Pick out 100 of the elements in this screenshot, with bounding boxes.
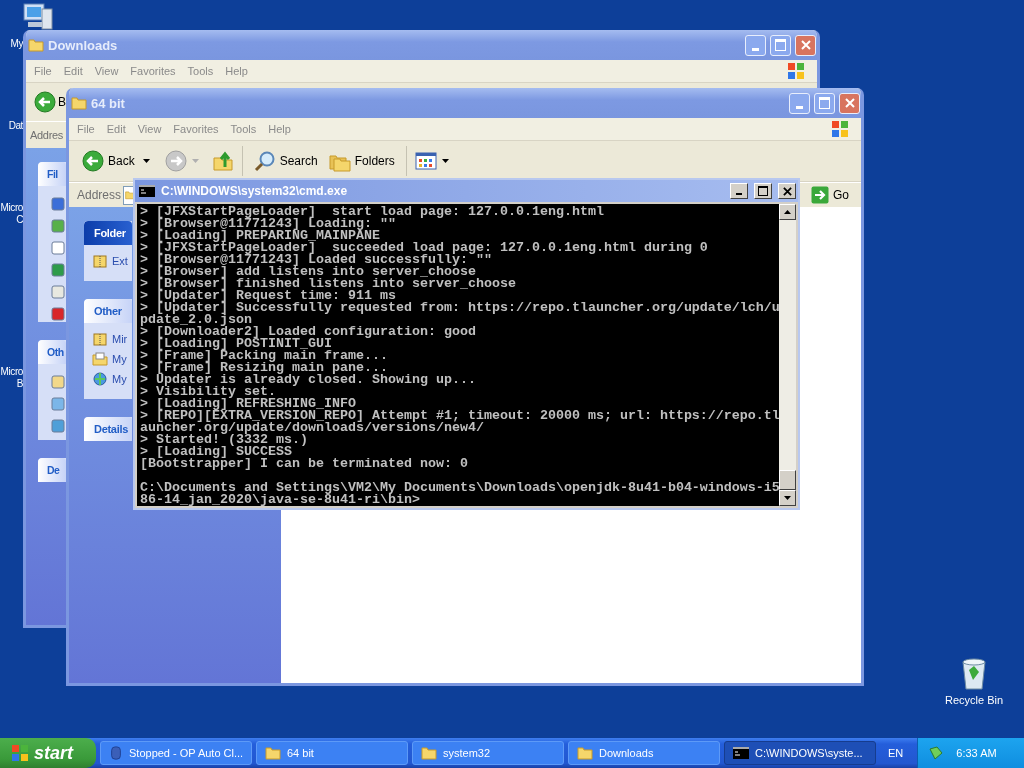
console-line: > Started! (3332 ms.)	[140, 434, 308, 446]
menu-item[interactable]: Favorites	[124, 65, 182, 77]
language-indicator[interactable]: EN	[880, 747, 914, 759]
task-link[interactable]: My	[112, 353, 127, 365]
desktop-icon-label[interactable]: Micro	[0, 202, 23, 214]
panel-title[interactable]: Folder	[84, 221, 132, 245]
close-icon	[782, 186, 792, 196]
task-icon[interactable]	[50, 262, 66, 278]
caret-icon[interactable]	[441, 159, 449, 163]
console-line: > [Loading] POSTINIT_GUI	[140, 338, 332, 350]
console-line: > [Updater] Request time: 911 ms	[140, 290, 396, 302]
task-link[interactable]: Ext	[112, 255, 128, 267]
task-link[interactable]: My	[112, 373, 127, 385]
taskbar-button[interactable]: 64 bit	[256, 741, 408, 765]
network-icon[interactable]	[92, 371, 108, 387]
task-icon[interactable]	[50, 240, 66, 256]
taskbar-button[interactable]: Stopped - OP Auto Cl...	[100, 741, 252, 765]
up-arrow-icon	[784, 210, 791, 214]
folder-up-icon[interactable]	[211, 150, 234, 172]
taskbar-button[interactable]: system32	[412, 741, 564, 765]
task-icon[interactable]	[50, 418, 66, 434]
console-line: [Bootstrapper] I can be terminated now: 0	[140, 458, 469, 470]
menu-item[interactable]: Help	[262, 123, 297, 135]
panel-title[interactable]: Details	[84, 417, 132, 441]
menu-item[interactable]: Tools	[224, 123, 263, 135]
desktop-icon-label[interactable]: Dat	[8, 120, 23, 132]
address-label: Addres	[30, 129, 64, 141]
search-button[interactable]: Search	[250, 150, 321, 172]
folder-icon[interactable]	[92, 351, 108, 367]
menu-item[interactable]: Edit	[57, 65, 89, 77]
console-line: > Updater is already closed. Showing up...	[140, 374, 477, 386]
menu-item[interactable]: File	[71, 123, 101, 135]
panel-title[interactable]: Other	[84, 299, 132, 323]
task-icon[interactable]	[50, 284, 66, 300]
console-line: > [REPO][EXTRA_VERSION_REPO] Attempt #1; timeout: 20000 ms; url: https://repo.tl	[140, 410, 779, 422]
desktop-icon-label[interactable]: Recycle Bin	[945, 694, 1004, 706]
console-line: > [JFXStartPageLoader] start load page: 127.0.0.1eng.html	[140, 206, 605, 218]
recycle-bin-icon[interactable]	[959, 656, 989, 690]
computer-icon[interactable]	[22, 3, 54, 31]
folder-icon	[421, 746, 437, 760]
clock: 6:33 AM	[956, 747, 997, 759]
views-icon[interactable]	[414, 150, 437, 172]
console-line: > [Downloader2] Loaded configuration: good	[140, 326, 477, 338]
console-line: > Visibility set.	[140, 386, 276, 398]
menu-item[interactable]: File	[28, 65, 58, 77]
desktop-icon-label[interactable]: B	[16, 378, 23, 390]
folder-icon	[71, 96, 87, 110]
console-line: > [Frame] Resizing main pane...	[140, 362, 388, 374]
task-icon[interactable]	[50, 374, 66, 390]
caret-icon[interactable]	[142, 159, 150, 163]
task-icon[interactable]	[50, 396, 66, 412]
back-button[interactable]: Back	[79, 150, 138, 172]
panel-title[interactable]: Fil	[38, 162, 66, 186]
maximize-icon	[819, 97, 830, 109]
zip-folder-icon[interactable]	[92, 253, 108, 269]
task-icon[interactable]	[50, 218, 66, 234]
windows-logo-icon	[829, 119, 851, 139]
command-prompt: 86-14_jan_2020\java-se-8u41-ri\bin>	[140, 494, 420, 506]
windows-logo-icon	[785, 61, 807, 81]
search-icon	[253, 150, 276, 172]
panel-title[interactable]: Oth	[38, 340, 66, 364]
maximize-icon	[775, 39, 786, 51]
task-link[interactable]: Mir	[112, 333, 128, 345]
app-icon	[109, 745, 123, 761]
menu-item[interactable]: Favorites	[167, 123, 225, 135]
close-icon	[844, 98, 855, 108]
zip-folder-icon[interactable]	[92, 331, 108, 347]
desktop-icon-label[interactable]: C	[16, 214, 23, 226]
go-button[interactable]: Go	[811, 186, 861, 204]
menu-item[interactable]: View	[88, 65, 125, 77]
taskbar-button[interactable]: Downloads	[568, 741, 720, 765]
console-icon	[139, 185, 155, 197]
console-line: pdate_2.0.json	[140, 314, 252, 326]
task-icon[interactable]	[50, 306, 66, 322]
console-line: > [Loading] SUCCESS	[140, 446, 292, 458]
start-button[interactable]: start	[0, 738, 96, 768]
folder-icon	[265, 746, 281, 760]
back-button[interactable]: B	[58, 95, 66, 109]
console-icon	[733, 747, 749, 759]
window-title: Downloads	[48, 37, 118, 53]
console-line: > [Browser@11771243] Loaded successfully: ""	[140, 254, 493, 266]
menu-item[interactable]: Help	[219, 65, 254, 77]
console-line: > [Browser] add listens into server_choose	[140, 266, 476, 278]
scroll-thumb[interactable]	[779, 470, 796, 490]
menu-item[interactable]: Tools	[181, 65, 220, 77]
menu-item[interactable]: Edit	[100, 123, 132, 135]
desktop-icon-label[interactable]: Micro	[0, 366, 23, 378]
window-title: C:\WINDOWS\system32\cmd.exe	[161, 184, 348, 198]
desktop-icon-label[interactable]: My	[10, 38, 23, 50]
taskbar-button[interactable]: C:\WINDOWS\syste...	[724, 741, 876, 765]
menu-item[interactable]: View	[131, 123, 168, 135]
console-line: auncher.org/update/downloads/versions/new4/	[140, 422, 485, 434]
address-label: Address	[77, 188, 122, 202]
minimize-icon	[752, 47, 759, 51]
tray-icon[interactable]	[928, 745, 945, 761]
panel-title[interactable]: De	[38, 458, 66, 482]
folders-button[interactable]: Folders	[325, 150, 398, 172]
minimize-icon	[796, 105, 803, 109]
task-icon[interactable]	[50, 196, 66, 212]
scrollbar[interactable]	[779, 204, 796, 506]
